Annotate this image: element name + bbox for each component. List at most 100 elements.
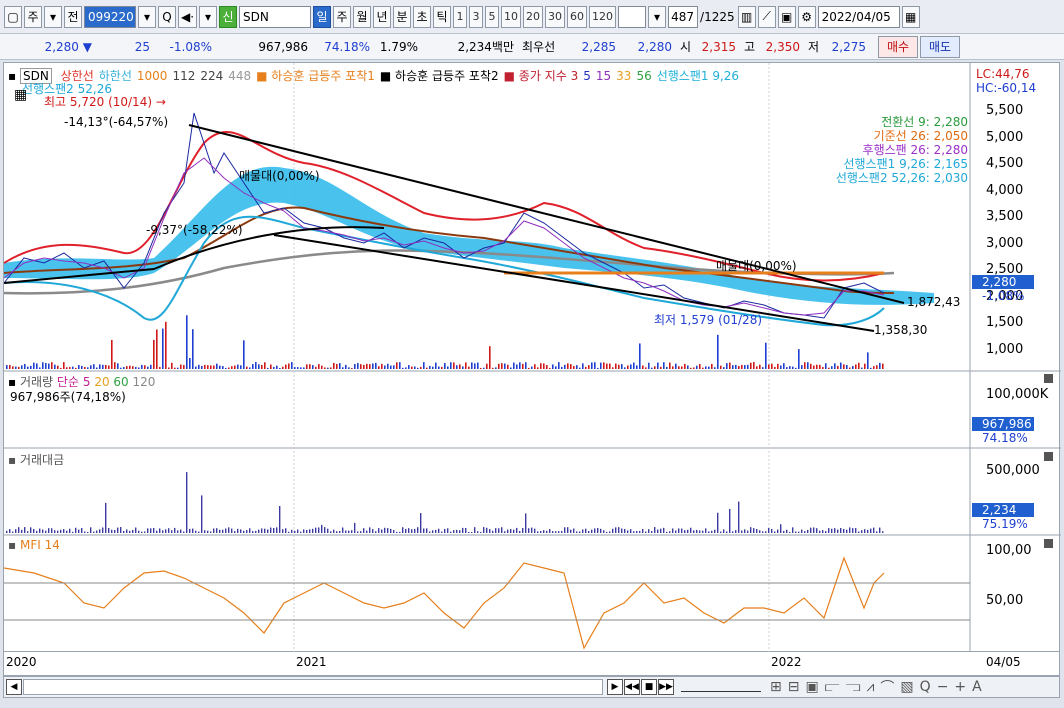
legend-item[interactable]: ■ 하승훈 급등주 포착1 bbox=[256, 69, 375, 83]
toolbar-icon[interactable]: ▣ bbox=[805, 679, 818, 695]
credit-badge[interactable]: 신 bbox=[219, 5, 238, 28]
data-count-input[interactable]: 487 bbox=[668, 5, 699, 28]
volume-bar bbox=[33, 362, 35, 369]
volume-tick: 100,000K bbox=[986, 387, 1049, 402]
grid-toggle-icon[interactable]: ▦ bbox=[14, 87, 27, 103]
font-icon[interactable]: A bbox=[972, 679, 982, 695]
play-icon[interactable]: ▶ bbox=[607, 679, 623, 695]
volume-bar bbox=[453, 362, 455, 369]
volume-bar bbox=[666, 366, 668, 369]
interval-button[interactable]: 10 bbox=[501, 5, 522, 28]
volume-bar bbox=[228, 367, 230, 369]
legend-item[interactable]: 112 bbox=[172, 69, 195, 83]
horizontal-scrollbar[interactable] bbox=[23, 679, 603, 695]
interval-button[interactable]: 60 bbox=[567, 5, 588, 28]
code-dropdown-icon[interactable]: ▾ bbox=[138, 5, 156, 28]
amount-bar bbox=[462, 527, 464, 533]
chart-area[interactable]: ▪ SDN 상한선 하한선 1000 112 224 448 ■ 하승훈 급등주 포착1 ■ … bbox=[3, 62, 1061, 653]
volume-bar bbox=[210, 365, 212, 369]
mfi-panel-close-icon[interactable] bbox=[1044, 539, 1053, 548]
window-menu-icon[interactable]: ▢ bbox=[4, 5, 22, 28]
gear-icon[interactable]: ⚙ bbox=[797, 5, 816, 28]
draw-tools-icon[interactable]: ⟋ bbox=[757, 5, 776, 28]
toolbar-icon[interactable]: ⌒ bbox=[880, 677, 894, 697]
interval-button[interactable]: 30 bbox=[545, 5, 566, 28]
toolbar-icon[interactable]: ⊟ bbox=[788, 679, 800, 695]
period-daily-button[interactable]: 일 bbox=[313, 5, 332, 28]
toolbar-icon[interactable]: ⊞ bbox=[770, 679, 782, 695]
volume-ma-type: 단순 bbox=[56, 375, 80, 389]
interval-input[interactable] bbox=[618, 5, 647, 28]
chart-settings-icon[interactable]: ▥ bbox=[737, 5, 756, 28]
volume-bar bbox=[798, 349, 800, 369]
amount-bar bbox=[456, 529, 458, 533]
legend-item[interactable]: 1000 bbox=[137, 69, 168, 83]
legend-item[interactable]: 15 bbox=[596, 69, 611, 83]
amount-bar bbox=[615, 527, 617, 533]
amount-bar bbox=[639, 530, 641, 533]
volume-bar bbox=[63, 362, 65, 369]
code-input[interactable]: 099220 bbox=[84, 5, 136, 28]
period-tick-button[interactable]: 틱 bbox=[433, 5, 452, 28]
legend-item[interactable]: 56 bbox=[636, 69, 651, 83]
legend-item[interactable]: ■ 하승훈 급등주 포착2 bbox=[380, 69, 499, 83]
calendar-icon[interactable]: ▦ bbox=[901, 5, 920, 28]
interval-dropdown-icon[interactable]: ▾ bbox=[648, 5, 667, 28]
stop-icon[interactable]: ■ bbox=[641, 679, 657, 695]
zoom-slider[interactable] bbox=[681, 682, 761, 692]
market-select[interactable]: 주 bbox=[24, 5, 42, 28]
zoom-out-icon[interactable]: − bbox=[937, 679, 949, 695]
amount-panel-close-icon[interactable] bbox=[1044, 452, 1053, 461]
market-dropdown-icon[interactable]: ▾ bbox=[44, 5, 62, 28]
amount-bar bbox=[351, 530, 353, 533]
buy-button[interactable]: 매수 bbox=[878, 35, 918, 58]
audio-dropdown-icon[interactable]: ▾ bbox=[199, 5, 218, 28]
search-icon[interactable]: Q bbox=[158, 5, 176, 28]
save-icon[interactable]: ▣ bbox=[777, 5, 796, 28]
period-weekly-button[interactable]: 주 bbox=[333, 5, 352, 28]
rewind-icon[interactable]: ◀◀ bbox=[624, 679, 640, 695]
amount-bar bbox=[597, 528, 599, 533]
legend-item[interactable]: 선행스팬1 9,26 bbox=[657, 69, 739, 83]
amount-bar bbox=[81, 528, 83, 533]
volume-bar bbox=[255, 362, 257, 369]
interval-button[interactable]: 3 bbox=[469, 5, 484, 28]
date-input[interactable]: 2022/04/05 bbox=[817, 5, 900, 28]
legend-item[interactable]: 5 bbox=[583, 69, 591, 83]
toolbar-icon[interactable]: ⩘ bbox=[867, 679, 875, 695]
interval-button[interactable]: 1 bbox=[453, 5, 468, 28]
period-monthly-button[interactable]: 월 bbox=[353, 5, 372, 28]
price-tick: 3,500 bbox=[986, 209, 1024, 224]
amount-bar bbox=[693, 530, 695, 533]
audio-icon[interactable]: ◀· bbox=[178, 5, 198, 28]
interval-button[interactable]: 120 bbox=[589, 5, 617, 28]
period-second-button[interactable]: 초 bbox=[413, 5, 432, 28]
toolbar-icon[interactable]: ⫍ bbox=[825, 679, 840, 695]
sell-button[interactable]: 매도 bbox=[920, 35, 960, 58]
stock-name-field[interactable]: SDN bbox=[239, 5, 312, 28]
fast-forward-icon[interactable]: ▶▶ bbox=[658, 679, 674, 695]
zoom-in-icon[interactable]: + bbox=[954, 679, 966, 695]
interval-button[interactable]: 5 bbox=[485, 5, 500, 28]
toolbar-icon[interactable]: ▧ bbox=[900, 679, 913, 695]
panel-square-icon: ▪ bbox=[8, 538, 17, 552]
volume-bar bbox=[858, 362, 860, 369]
legend-item[interactable]: 224 bbox=[200, 69, 223, 83]
amount-bar bbox=[120, 527, 122, 533]
amount-bar bbox=[537, 531, 539, 533]
period-yearly-button[interactable]: 년 bbox=[373, 5, 392, 28]
legend-item[interactable]: 448 bbox=[228, 69, 251, 83]
scroll-left-icon[interactable]: ◀ bbox=[6, 679, 22, 695]
price-type-button[interactable]: 전 bbox=[64, 5, 82, 28]
period-minute-button[interactable]: 분 bbox=[393, 5, 412, 28]
toolbar-icon[interactable]: ⫎ bbox=[846, 679, 861, 695]
legend-item[interactable]: 33 bbox=[616, 69, 631, 83]
volume-panel-close-icon[interactable] bbox=[1044, 374, 1053, 383]
price-tick: 1,500 bbox=[986, 315, 1024, 330]
zoom-search-icon[interactable]: Q bbox=[920, 679, 931, 695]
volume-bar bbox=[771, 363, 773, 369]
legend-item[interactable]: ■ 종가 지수 3 bbox=[504, 69, 579, 83]
volume-bar bbox=[807, 362, 809, 369]
volume-bar bbox=[774, 366, 776, 369]
interval-button[interactable]: 20 bbox=[523, 5, 544, 28]
